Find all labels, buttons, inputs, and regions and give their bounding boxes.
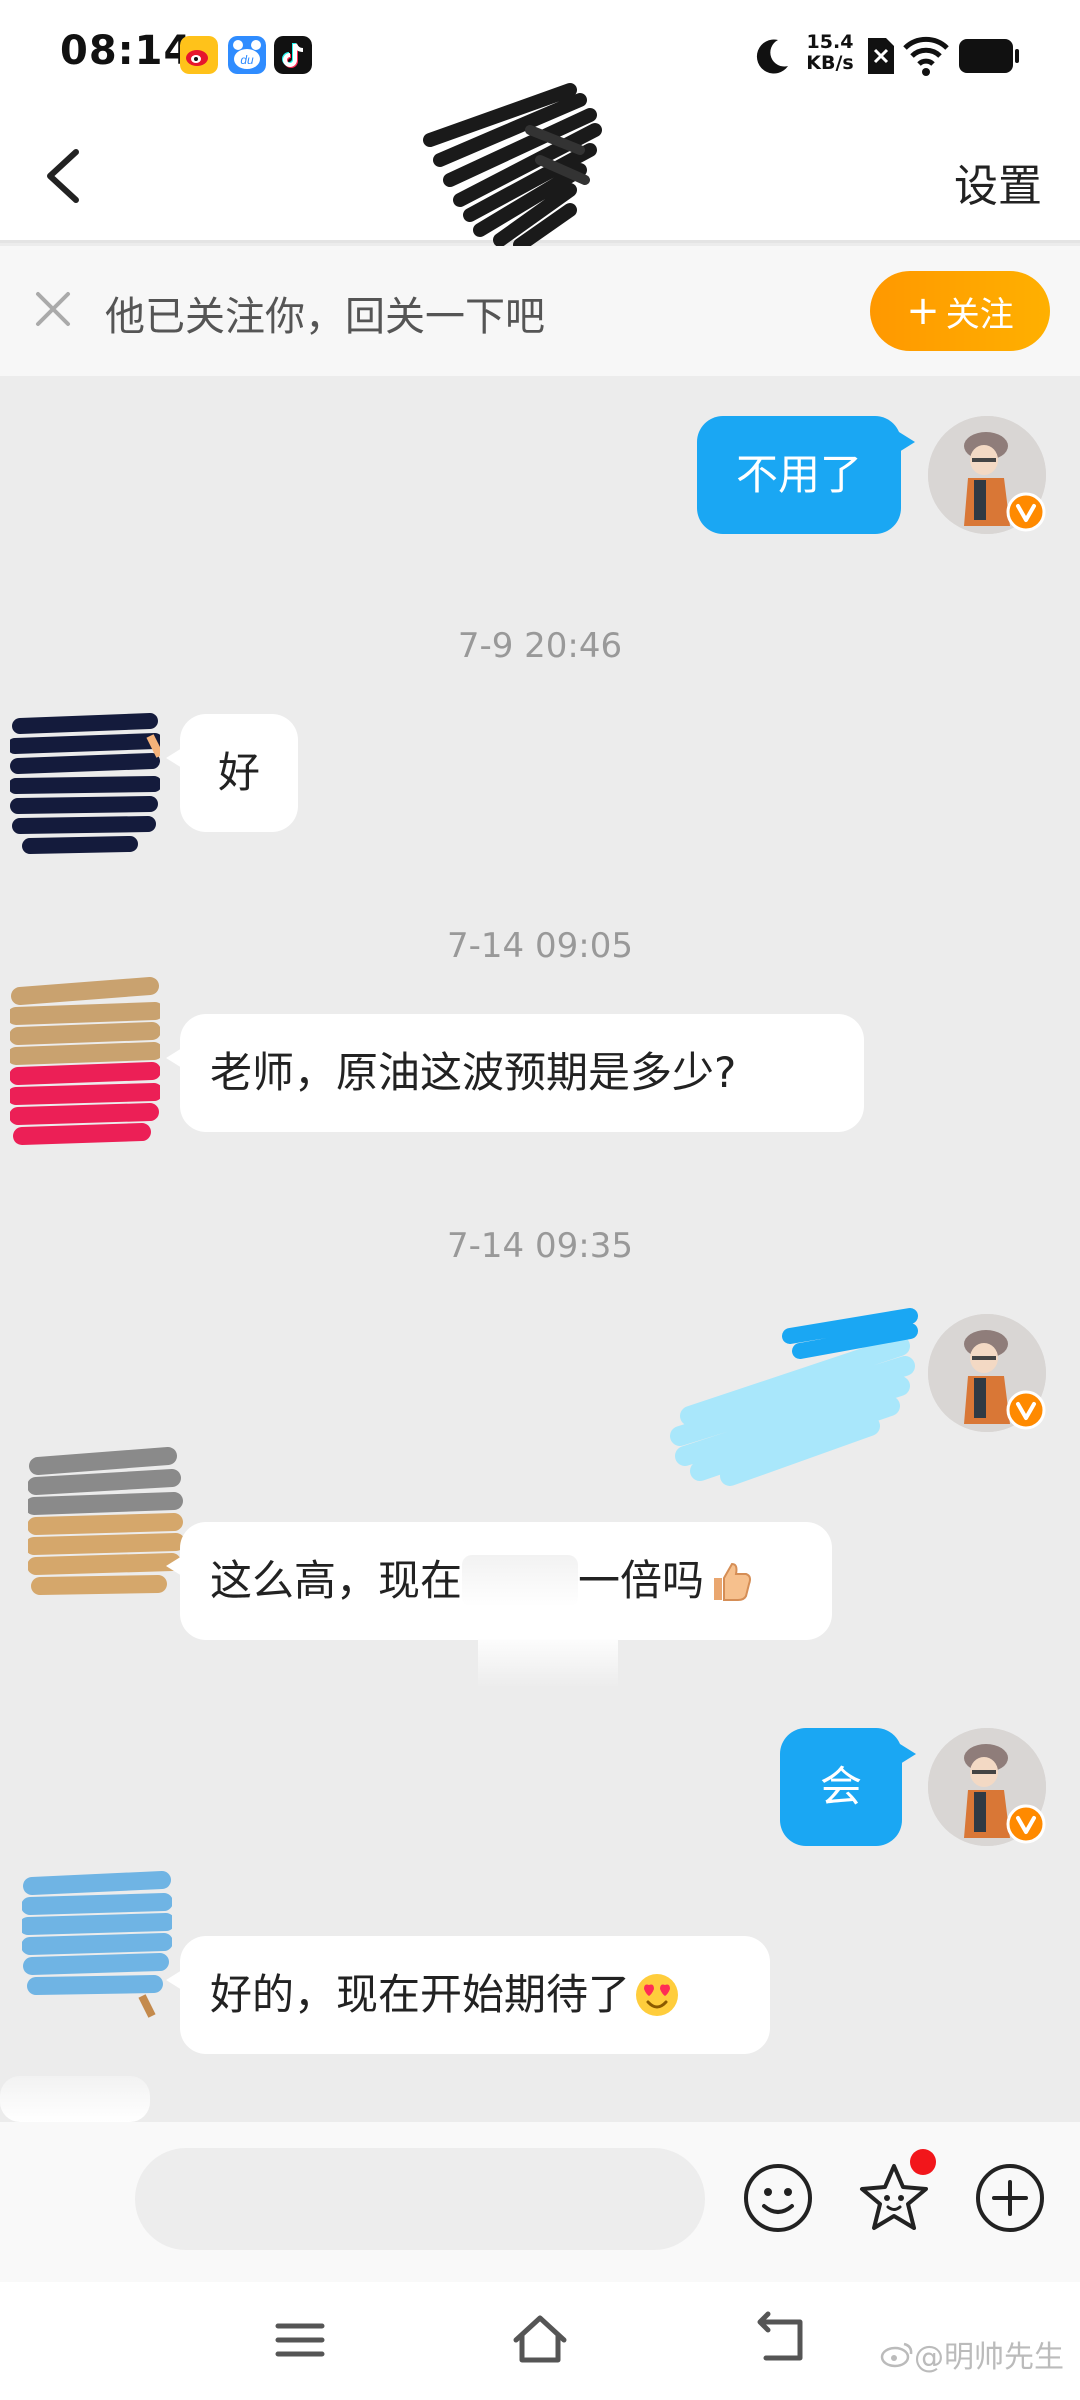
follow-back-prompt: 他已关注你，回关一下吧 bbox=[105, 294, 545, 340]
follow-button[interactable]: + 关注 bbox=[870, 271, 1050, 351]
wifi-icon bbox=[903, 36, 949, 76]
thumbs-up-icon bbox=[714, 1562, 752, 1601]
verified-badge-icon bbox=[1006, 1390, 1046, 1430]
message-text: 不用了 bbox=[735, 450, 862, 499]
message-text: 会 bbox=[819, 1762, 862, 1811]
incoming-message-bubble[interactable]: 好的，现在开始期待了 bbox=[166, 1936, 770, 2054]
message-text-part: 这么高，现在 bbox=[210, 1556, 463, 1605]
moon-icon bbox=[756, 39, 788, 74]
tiktok-icon bbox=[274, 36, 312, 74]
net-speed-value: 15.4 bbox=[806, 31, 854, 53]
weibo-icon bbox=[180, 36, 218, 74]
net-speed-unit: KB/s bbox=[806, 52, 854, 74]
message-text: 老师，原油这波预期是多少? bbox=[210, 1048, 737, 1097]
message-text-part: 一倍吗 bbox=[578, 1556, 705, 1605]
verified-badge-icon bbox=[1006, 1804, 1046, 1844]
svg-text:du: du bbox=[240, 53, 254, 67]
system-navigation-bar: @明帅先生 bbox=[0, 2282, 1080, 2400]
message-text: 好 bbox=[217, 748, 260, 797]
redacted-text-patch bbox=[478, 1638, 618, 1688]
notification-dot bbox=[910, 2149, 936, 2175]
redacted-text-patch bbox=[462, 1555, 579, 1607]
redacted-avatar-scribble[interactable] bbox=[10, 966, 160, 1166]
message-timestamp: 7-9 20:46 bbox=[457, 626, 623, 666]
redacted-message-scribble[interactable] bbox=[670, 1306, 920, 1486]
status-time: 08:14 bbox=[60, 28, 193, 74]
message-input-bar bbox=[0, 2122, 1080, 2282]
redacted-title-scribble bbox=[423, 83, 602, 250]
message-input[interactable] bbox=[135, 2148, 705, 2250]
incoming-message-bubble[interactable]: 好 bbox=[166, 714, 298, 832]
incoming-message-bubble[interactable]: 老师，原油这波预期是多少? bbox=[166, 1014, 864, 1132]
follow-button-label: 关注 bbox=[945, 294, 1014, 335]
no-sim-icon bbox=[868, 38, 894, 74]
follow-banner: 他已关注你，回关一下吧 + 关注 bbox=[0, 246, 1080, 376]
smiley-icon[interactable] bbox=[740, 2160, 816, 2236]
outgoing-message-bubble[interactable]: 会 bbox=[780, 1728, 916, 1846]
back-icon[interactable] bbox=[750, 2310, 810, 2370]
incoming-message-bubble[interactable]: 这么高，现在 一倍吗 bbox=[166, 1522, 832, 1640]
my-avatar[interactable] bbox=[928, 1728, 1046, 1846]
battery-icon bbox=[959, 39, 1019, 73]
watermark-text: @明帅先生 bbox=[914, 2340, 1064, 2375]
redacted-avatar-scribble[interactable] bbox=[28, 1446, 188, 1616]
top-nav: 设置 bbox=[0, 83, 1080, 250]
redacted-avatar-scribble[interactable] bbox=[22, 1866, 172, 2026]
my-avatar[interactable] bbox=[928, 1314, 1046, 1432]
my-avatar[interactable] bbox=[928, 416, 1046, 534]
redacted-avatar-scribble[interactable] bbox=[10, 706, 160, 856]
redacted-avatar-scribble bbox=[0, 2076, 150, 2122]
home-icon[interactable] bbox=[510, 2310, 570, 2370]
baidu-netdisk-icon: du bbox=[228, 36, 266, 74]
watermark: @明帅先生 bbox=[880, 2332, 1064, 2376]
heart-eyes-icon bbox=[636, 1974, 679, 2016]
chevron-left-icon[interactable] bbox=[30, 140, 100, 210]
outgoing-message-bubble[interactable]: 不用了 bbox=[697, 416, 915, 534]
verified-badge-icon bbox=[1006, 492, 1046, 532]
weibo-logo-icon bbox=[880, 2342, 913, 2368]
message-text: 好的，现在开始期待了 bbox=[210, 1970, 631, 2019]
menu-icon[interactable] bbox=[270, 2310, 330, 2370]
plus-circle-icon[interactable] bbox=[972, 2160, 1048, 2236]
net-speed: 15.4 KB/s bbox=[800, 32, 860, 74]
chat-area[interactable]: 不用了 7-9 20:46 好 7-14 09:05 老师，原油这波预期是多少? bbox=[0, 376, 1080, 2122]
settings-button[interactable]: 设置 bbox=[954, 150, 1042, 214]
plus-icon: + bbox=[906, 288, 940, 334]
message-timestamp: 7-14 09:35 bbox=[447, 1226, 633, 1266]
close-icon[interactable] bbox=[30, 286, 76, 332]
message-timestamp: 7-14 09:05 bbox=[447, 926, 633, 966]
